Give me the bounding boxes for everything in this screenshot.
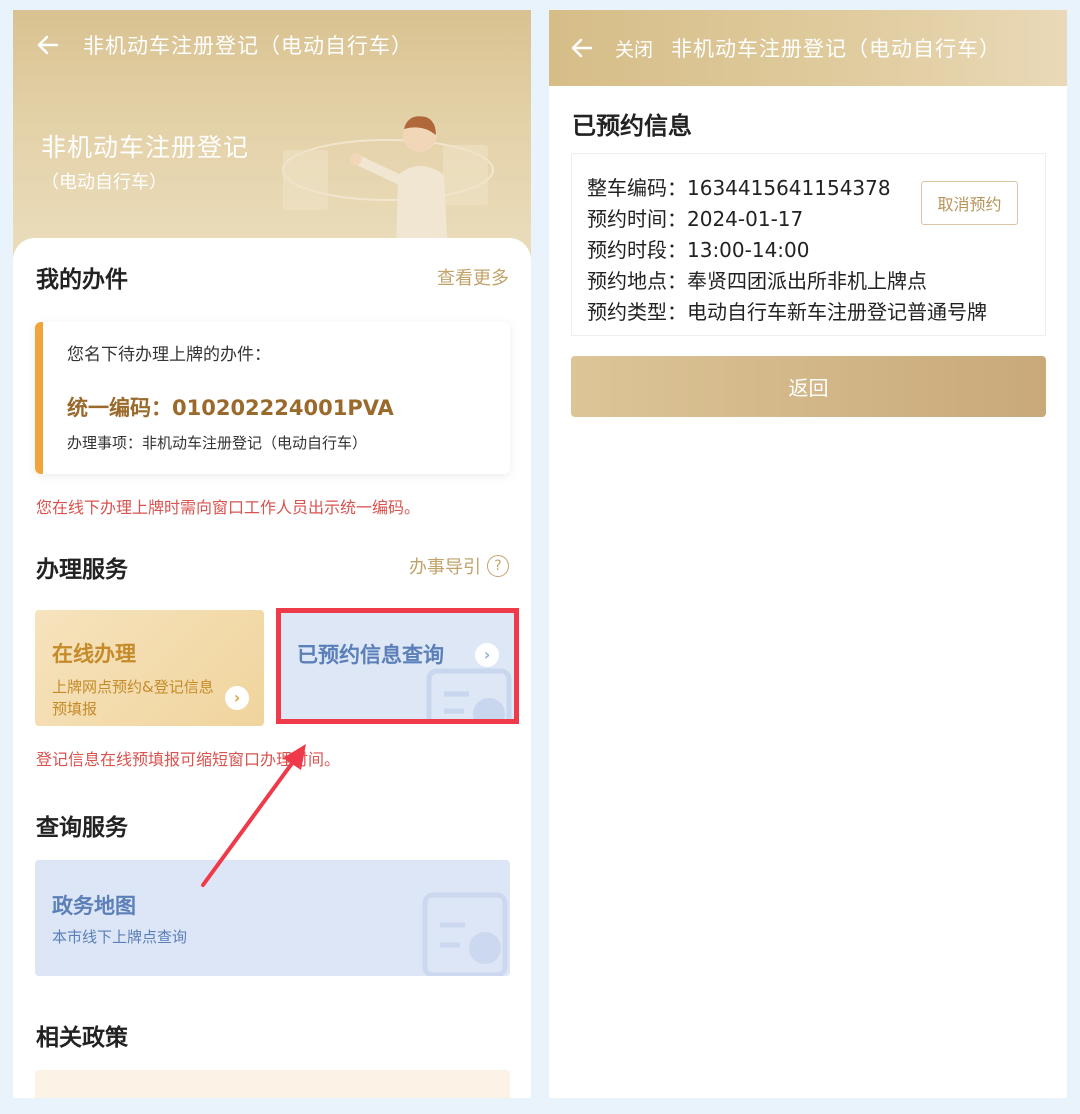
date-row: 预约时间：2024-01-17 — [587, 207, 804, 231]
hero-title: 非机动车注册登记 — [41, 133, 250, 162]
gov-map-desc: 本市线下上牌点查询 — [52, 928, 188, 946]
pending-item-card[interactable]: 您名下待办理上牌的办件： 统一编码：010202224001PVA 办理事项：非… — [35, 322, 510, 474]
location-row: 预约地点：奉贤四团派出所非机上牌点 — [587, 269, 927, 293]
online-title: 在线办理 — [52, 642, 136, 666]
hero-illustration — [282, 116, 494, 255]
right-screen: 关闭 非机动车注册登记（电动自行车） 已预约信息 整车编码：1634415641… — [549, 10, 1067, 1098]
services-title: 办理服务 — [36, 557, 128, 583]
view-more-link[interactable]: 查看更多 — [437, 264, 509, 290]
top-nav: 非机动车注册登记（电动自行车） — [13, 10, 531, 80]
gov-map-tile[interactable]: 政务地图 本市线下上牌点查询 — [35, 860, 510, 976]
fill-hint: 登记信息在线预填报可缩短窗口办理时间。 — [36, 750, 341, 769]
nav-title: 非机动车注册登记（电动自行车） — [83, 34, 413, 58]
online-service-tile[interactable]: 在线办理 上牌网点预约&登记信息预填报 › — [35, 610, 264, 726]
cancel-appointment-button[interactable]: 取消预约 — [921, 181, 1018, 225]
arrow-left-icon — [37, 35, 59, 55]
back-button[interactable] — [549, 10, 615, 86]
unified-code: 统一编码：010202224001PVA — [67, 396, 394, 420]
top-nav: 关闭 非机动车注册登记（电动自行车） — [549, 10, 1067, 86]
policy-card[interactable] — [35, 1070, 510, 1098]
query-title: 查询服务 — [36, 815, 128, 841]
section-heading: 已预约信息 — [572, 112, 692, 140]
matter-text: 办理事项：非机动车注册登记（电动自行车） — [67, 434, 368, 452]
back-button[interactable] — [13, 10, 83, 80]
chevron-right-icon: › — [225, 686, 249, 710]
question-icon: ? — [487, 555, 509, 577]
pending-intro: 您名下待办理上牌的办件： — [67, 345, 271, 365]
gov-map-title: 政务地图 — [52, 894, 136, 918]
vehicle-code-row: 整车编码：1634415641154378 — [587, 176, 891, 200]
code-hint: 您在线下办理上牌时需向窗口工作人员出示统一编码。 — [36, 498, 421, 517]
guide-link[interactable]: 办事导引 ? — [409, 553, 509, 579]
close-button[interactable]: 关闭 — [615, 35, 653, 62]
left-screen: 非机动车注册登记（电动自行车） 非机动车注册登记 （电动自行车） 我的办件 查看… — [13, 10, 531, 1098]
appointment-info-box: 整车编码：1634415641154378 预约时间：2024-01-17 预约… — [571, 153, 1046, 336]
return-button[interactable]: 返回 — [571, 356, 1046, 417]
hero-subtitle: （电动自行车） — [41, 172, 167, 193]
policy-title: 相关政策 — [36, 1025, 128, 1051]
my-items-title: 我的办件 — [36, 267, 128, 293]
highlight-box — [276, 608, 519, 724]
time-slot-row: 预约时段：13:00-14:00 — [587, 238, 810, 262]
online-desc: 上牌网点预约&登记信息预填报 — [52, 678, 214, 718]
guide-label: 办事导引 — [409, 557, 481, 578]
arrow-left-icon — [571, 38, 593, 58]
calendar-icon — [422, 892, 508, 976]
content-card: 我的办件 查看更多 您名下待办理上牌的办件： 统一编码：010202224001… — [13, 238, 531, 1098]
nav-title: 非机动车注册登记（电动自行车） — [671, 37, 1002, 61]
type-row: 预约类型：电动自行车新车注册登记普通号牌 — [587, 300, 987, 324]
